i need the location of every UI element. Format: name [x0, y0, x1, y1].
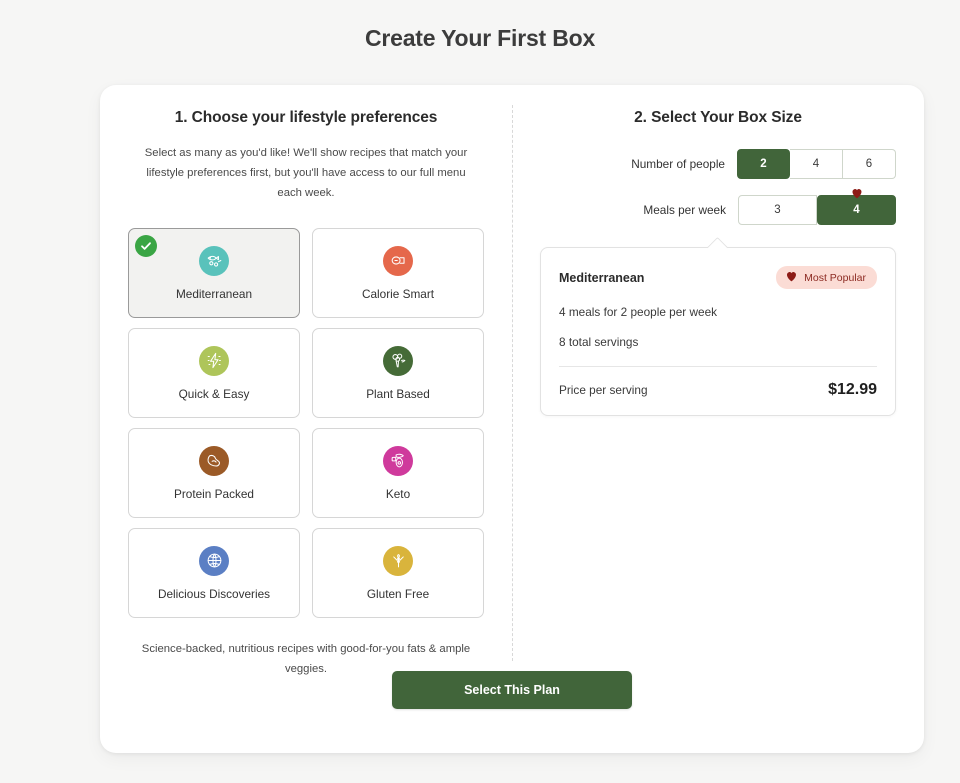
plan-summary-title: Mediterranean	[559, 270, 645, 285]
plan-summary-line-2: 8 total servings	[559, 335, 639, 349]
meals-per-week-segmented-control: 3 4	[738, 189, 896, 225]
muscle-icon	[199, 445, 229, 476]
preference-label: Quick & Easy	[178, 386, 250, 401]
plan-summary-line-1: 4 meals for 2 people per week	[559, 305, 718, 319]
broccoli-icon	[383, 345, 413, 376]
heart-icon	[850, 187, 863, 203]
preference-card-delicious-discoveries[interactable]: Delicious Discoveries	[128, 528, 300, 619]
preference-label: Calorie Smart	[361, 286, 435, 301]
price-value: $12.99	[828, 381, 877, 398]
fish-icon	[199, 245, 229, 276]
preference-label: Protein Packed	[173, 486, 254, 501]
column-divider	[512, 105, 513, 661]
meals-per-week-row: Meals per week 3 4	[540, 189, 896, 225]
meals-option-4-label: 4	[853, 204, 860, 216]
number-of-people-row: Number of people 2 4 6	[540, 149, 896, 179]
status-badge-label: Most Popular	[804, 271, 866, 284]
number-of-people-segmented-control: 2 4 6	[737, 149, 896, 179]
preference-card-keto[interactable]: Keto	[312, 428, 484, 519]
number-of-people-label: Number of people	[631, 157, 725, 171]
check-icon	[135, 235, 157, 258]
plan-summary-card: Mediterranean Most Popular 4 meals for 2…	[540, 247, 896, 416]
main-card: 1. Choose your lifestyle preferences Sel…	[100, 85, 924, 753]
plan-summary-header: Mediterranean Most Popular	[559, 266, 877, 289]
preference-label: Mediterranean	[175, 286, 253, 301]
avocado-icon	[383, 445, 413, 476]
people-option-4[interactable]: 4	[790, 149, 843, 179]
preference-card-plant-based[interactable]: Plant Based	[312, 328, 484, 419]
preference-card-protein-packed[interactable]: Protein Packed	[128, 428, 300, 519]
preference-label: Delicious Discoveries	[157, 586, 271, 601]
box-size-panel: 2. Select Your Box Size Number of people…	[512, 85, 924, 665]
status-badge: Most Popular	[776, 266, 877, 289]
columns-wrapper: 1. Choose your lifestyle preferences Sel…	[100, 85, 924, 675]
price-row: Price per serving $12.99	[559, 381, 877, 399]
globe-icon	[199, 545, 229, 576]
price-label: Price per serving	[559, 383, 648, 397]
preference-grid: Mediterranean Calorie Smart Quick & Easy…	[128, 228, 484, 619]
preference-label: Plant Based	[366, 386, 430, 401]
preference-label: Keto	[385, 486, 411, 501]
page-title: Create Your First Box	[364, 25, 596, 51]
left-footnote: Science-backed, nutritious recipes with …	[141, 643, 471, 676]
meals-option-3[interactable]: 3	[738, 195, 817, 225]
preference-card-calorie-smart[interactable]: Calorie Smart	[312, 228, 484, 319]
left-subtext: Select as many as you'd like! We'll show…	[144, 147, 468, 199]
page-root: Create Your First Box 1. Choose your lif…	[0, 0, 960, 783]
people-option-2[interactable]: 2	[737, 149, 790, 179]
lifestyle-preferences-panel: 1. Choose your lifestyle preferences Sel…	[100, 85, 512, 675]
meals-option-4[interactable]: 4	[817, 189, 896, 225]
summary-divider	[559, 366, 877, 367]
wheat-icon	[383, 545, 413, 576]
preference-label: Gluten Free	[366, 586, 430, 601]
preference-card-quick-easy[interactable]: Quick & Easy	[128, 328, 300, 419]
people-option-6[interactable]: 6	[843, 149, 896, 179]
lightning-icon	[199, 345, 229, 376]
left-heading: 1. Choose your lifestyle preferences	[174, 109, 438, 126]
measure-icon	[383, 245, 413, 276]
heart-icon	[785, 270, 798, 285]
preference-card-gluten-free[interactable]: Gluten Free	[312, 528, 484, 619]
preference-card-mediterranean[interactable]: Mediterranean	[128, 228, 300, 319]
meals-per-week-label: Meals per week	[643, 203, 726, 217]
right-heading: 2. Select Your Box Size	[634, 109, 802, 126]
